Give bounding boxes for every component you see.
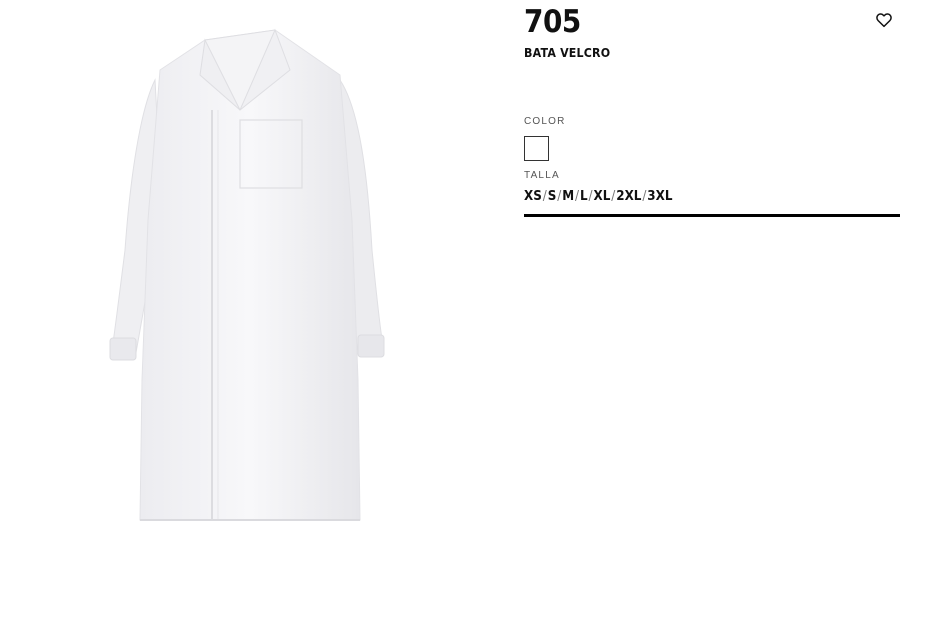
size-option-2xl[interactable]: 2XL [616,189,641,204]
color-swatch-white[interactable] [524,136,549,161]
size-option-s[interactable]: S [548,189,557,204]
size-label: TALLA [524,170,560,181]
product-name: BATA VELCRO [524,46,611,60]
size-option-xl[interactable]: XL [594,189,611,204]
size-option-xs[interactable]: XS [524,189,542,204]
size-option-m[interactable]: M [562,189,574,204]
section-divider [524,214,900,217]
color-label: COLOR [524,116,566,127]
product-image-lab-coat[interactable] [100,20,430,560]
product-reference: 705 [524,4,581,40]
product-info: 705 BATA VELCRO COLOR TALLA XS / S / M /… [524,0,900,217]
product-page: 705 BATA VELCRO COLOR TALLA XS / S / M /… [0,0,931,623]
heart-outline-icon [876,13,892,28]
size-option-l[interactable]: L [580,189,588,204]
size-list: XS / S / M / L / XL / 2XL / 3XL [524,189,870,204]
favorite-button[interactable] [875,11,893,29]
size-option-3xl[interactable]: 3XL [647,189,672,204]
